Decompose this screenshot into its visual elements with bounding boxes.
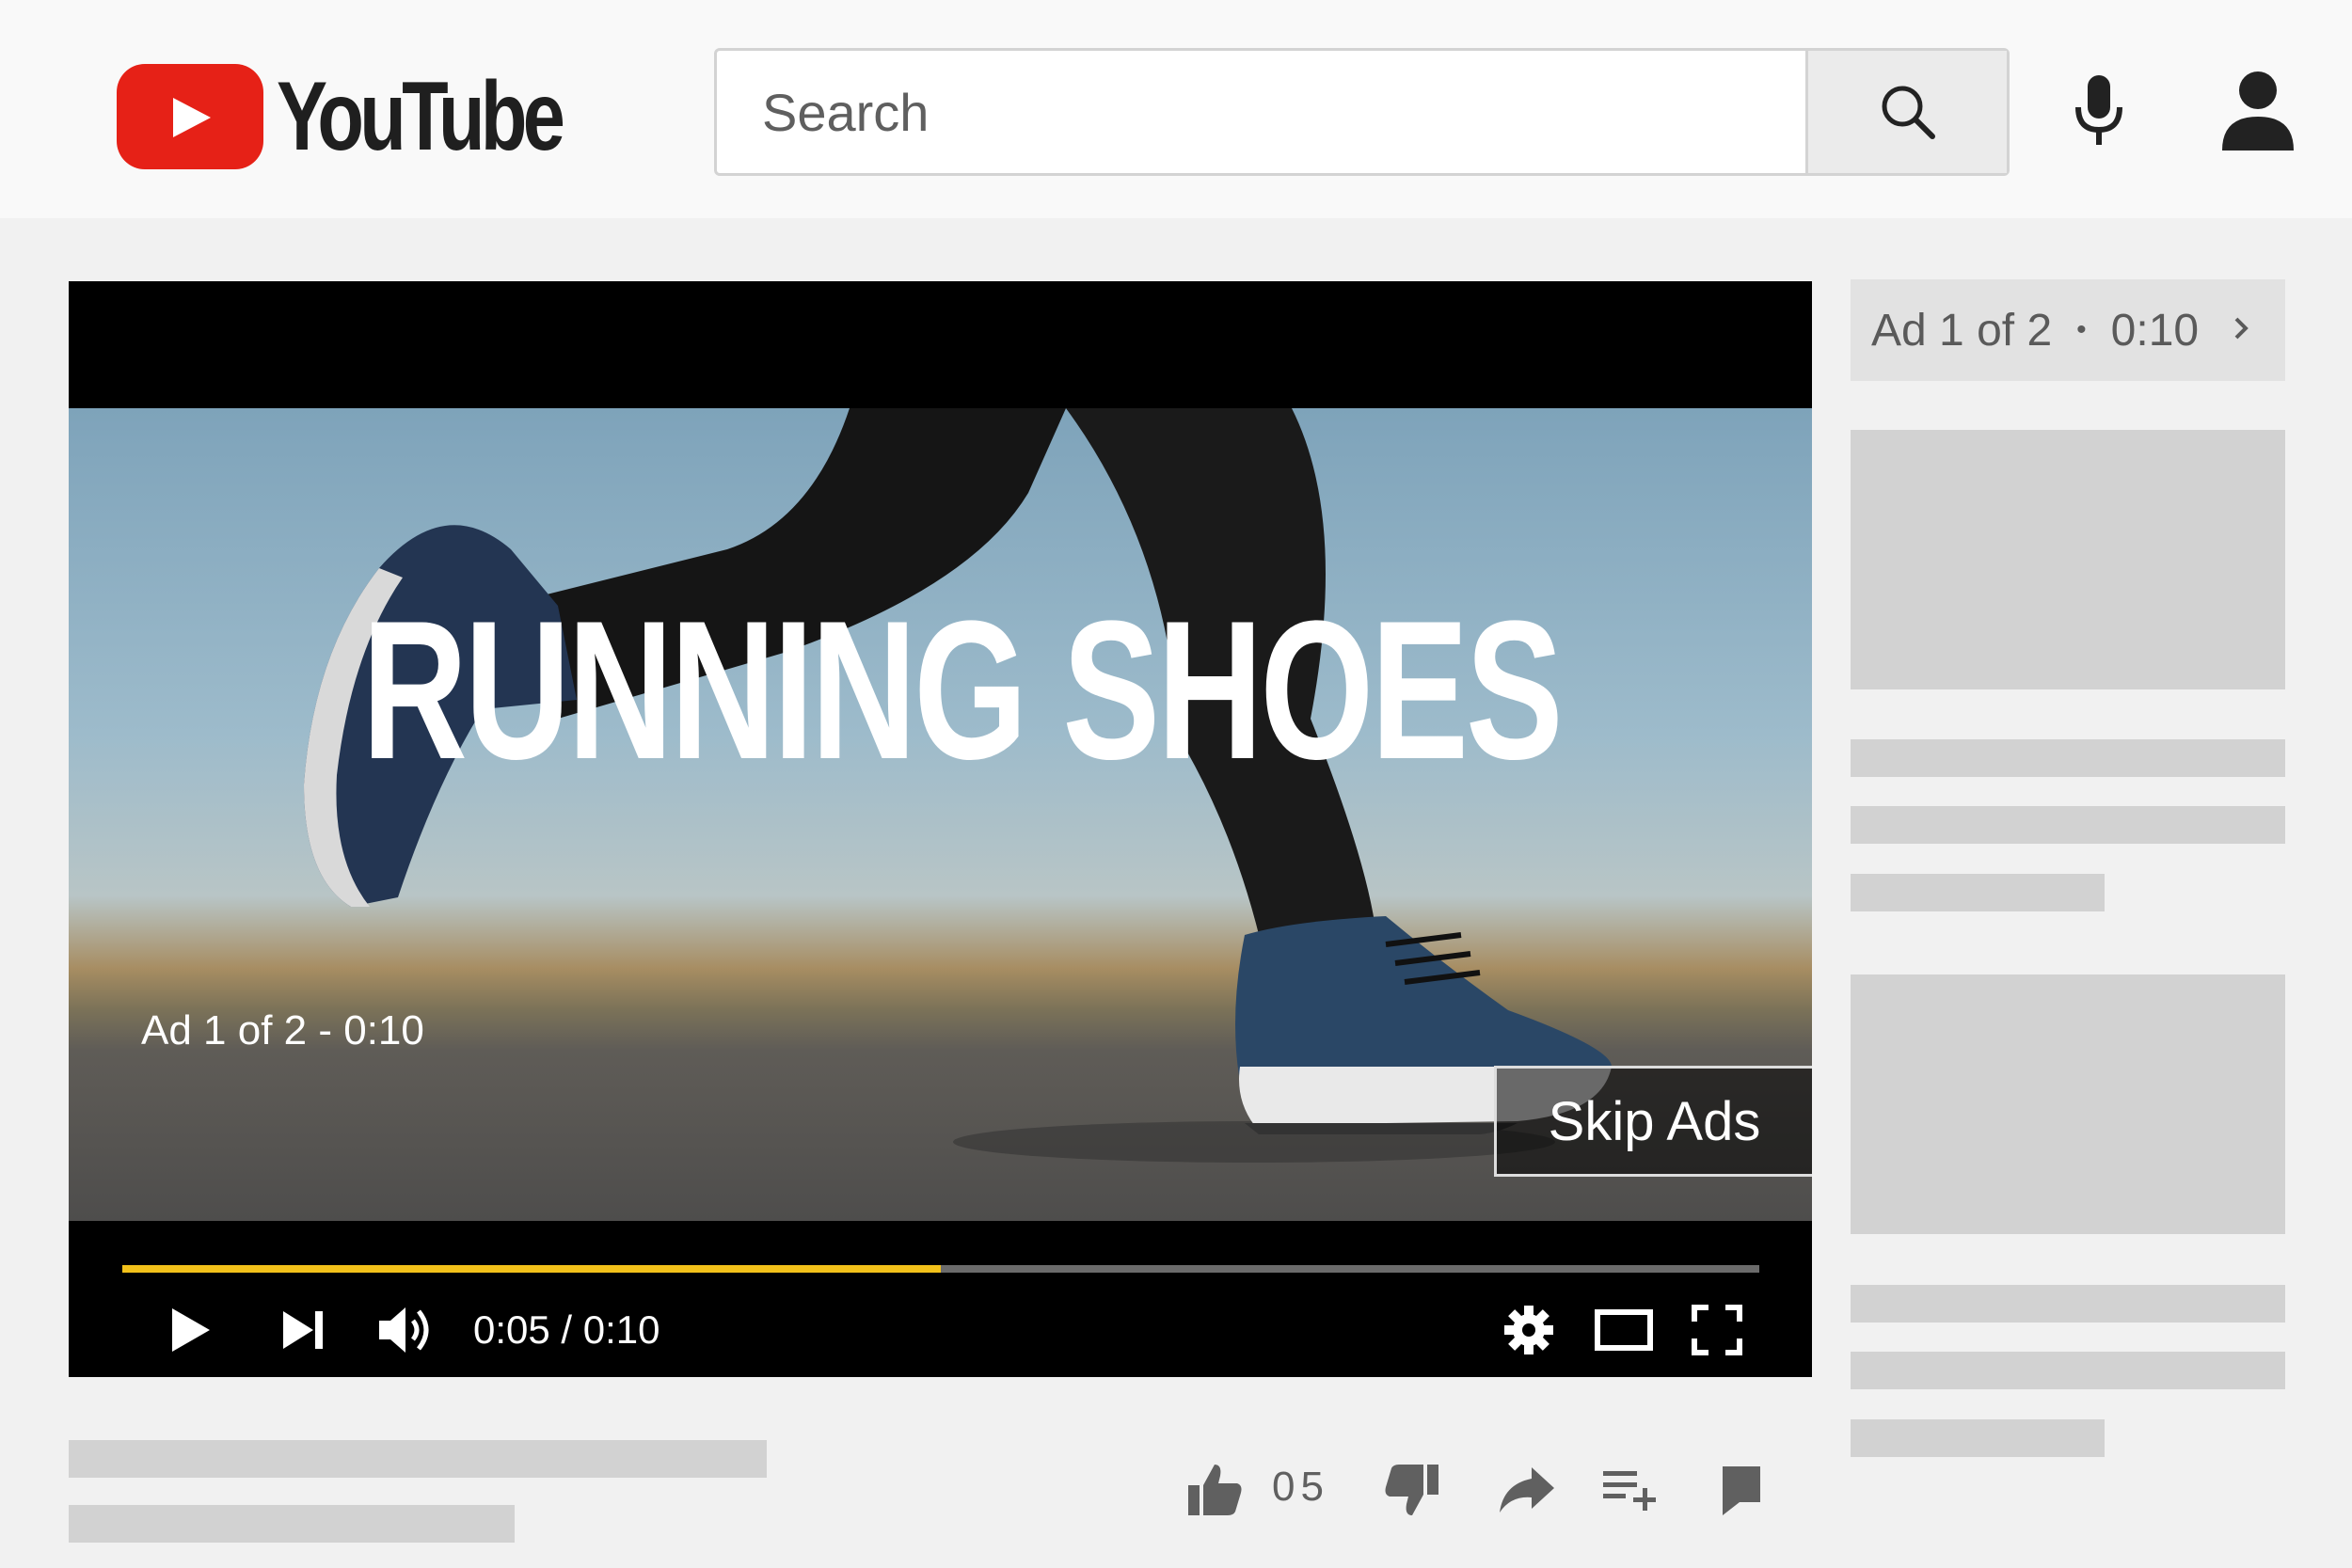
search-icon [1882,86,1935,139]
share-button[interactable] [1494,1456,1560,1524]
search-bar [714,48,2010,176]
report-button[interactable] [1710,1456,1772,1524]
dislike-button[interactable] [1381,1456,1443,1524]
chevron-right-icon [2234,317,2249,340]
ad-info-chip[interactable]: Ad 1 of 2 • 0:10 [1851,279,2285,381]
volume-icon [379,1307,429,1353]
fullscreen-button[interactable] [1687,1300,1747,1360]
suggested-video-thumbnail[interactable] [1851,430,2285,689]
theater-mode-button[interactable] [1591,1300,1657,1360]
suggested-video-title-placeholder [1851,1285,2285,1323]
search-input[interactable] [717,51,1805,173]
time-display: 0:05 / 0:10 [473,1307,660,1352]
account-icon [2222,71,2294,150]
youtube-logo[interactable]: YouTube [117,62,641,171]
suggested-video-meta-placeholder [1851,1419,2105,1457]
like-count: 05 [1272,1464,1329,1510]
play-logo-icon [117,64,263,169]
like-button[interactable] [1184,1456,1246,1524]
search-button[interactable] [1805,51,2007,173]
microphone-icon [2075,75,2122,145]
flag-icon [1723,1466,1760,1515]
video-title-placeholder [69,1440,767,1478]
suggested-video-title-placeholder [1851,806,2285,844]
logo-wordmark: YouTube [277,62,565,171]
volume-button[interactable] [373,1297,438,1363]
fullscreen-icon [1692,1305,1742,1355]
next-button[interactable] [276,1302,332,1358]
skip-next-icon [283,1311,323,1349]
theater-icon [1595,1309,1653,1351]
thumbs-up-icon [1188,1465,1242,1515]
progress-bar[interactable] [122,1265,1759,1273]
video-meta-placeholder [69,1505,515,1543]
add-to-playlist-button[interactable] [1599,1456,1661,1524]
voice-search-button[interactable] [2065,71,2133,150]
ad-chip-separator: • [2076,314,2087,345]
suggested-video-title-placeholder [1851,739,2285,777]
suggested-video-meta-placeholder [1851,874,2105,911]
play-icon [172,1308,210,1352]
thumbs-down-icon [1385,1465,1438,1515]
ad-chip-time: 0:10 [2110,305,2200,356]
ad-title-overlay: RUNNING SHOES [361,579,1564,800]
ad-counter-overlay: Ad 1 of 2 - 0:10 [141,1007,424,1053]
suggested-video-thumbnail[interactable] [1851,974,2285,1234]
gear-icon [1504,1306,1553,1354]
suggested-video-title-placeholder [1851,1352,2285,1389]
settings-button[interactable] [1499,1300,1559,1360]
account-button[interactable] [2220,70,2296,150]
playlist-add-icon [1603,1471,1656,1511]
progress-bar-played [122,1265,941,1273]
skip-ads-button[interactable]: Skip Ads [1494,1066,1812,1177]
play-button[interactable] [163,1302,219,1358]
top-header: YouTube [0,0,2352,218]
video-player[interactable]: RUNNING SHOES Ad 1 of 2 - 0:10 Skip Ads … [69,281,1812,1377]
share-icon [1500,1467,1554,1513]
ad-chip-label: Ad 1 of 2 [1871,305,2053,356]
